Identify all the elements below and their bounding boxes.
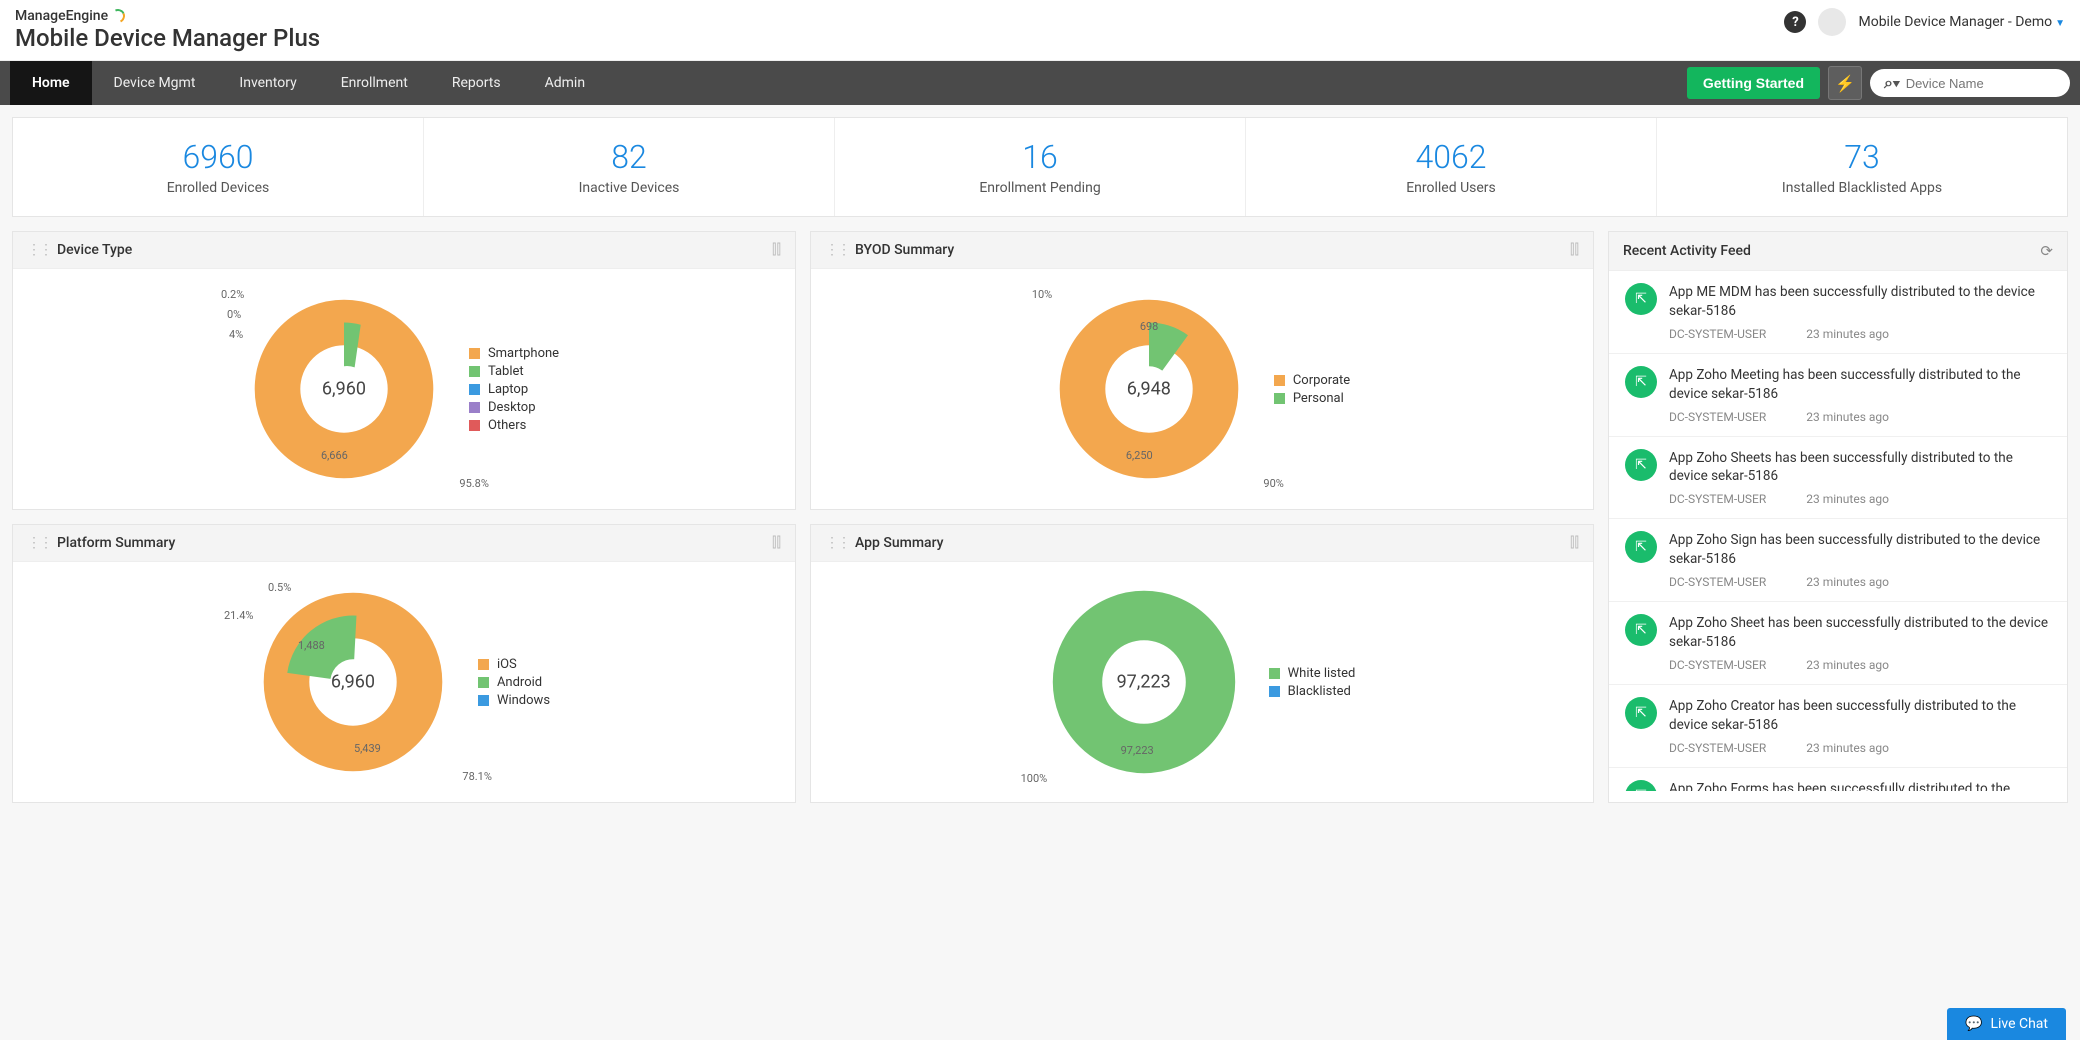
card-title: Platform Summary [57,535,175,551]
chart-center-label: 97,223 [1117,672,1171,693]
stat-blacklisted-apps[interactable]: 73Installed Blacklisted Apps [1657,118,2067,216]
feed-item[interactable]: ⇱App ME MDM has been successfully distri… [1609,271,2067,354]
getting-started-button[interactable]: Getting Started [1687,67,1820,99]
card-activity-feed: Recent Activity Feed ⟳ ⇱App ME MDM has be… [1608,231,2068,803]
card-app-summary: ⋮⋮ App Summary ⫿⫿ 97,223 97,223 100% White… [810,524,1594,803]
feed-item[interactable]: ⇱App Zoho Sign has been successfully dis… [1609,519,2067,602]
live-chat-button[interactable]: 💬Live Chat [1947,1008,2066,1040]
app-chart[interactable]: 97,223 97,223 100% [1049,587,1239,777]
app-header: ManageEngine Mobile Device Manager Plus … [0,0,2080,61]
nav-device-mgmt[interactable]: Device Mgmt [92,61,218,105]
search-box[interactable]: ⌕▾ [1870,69,2070,97]
card-title: Device Type [57,242,132,258]
app-distribute-icon: ⇱ [1625,449,1657,481]
product-title: Mobile Device Manager Plus [15,24,320,52]
chart-options-icon[interactable]: ⫿⫿ [772,535,781,551]
app-legend: White listed Blacklisted [1269,663,1356,702]
chevron-down-icon: ▼ [2055,18,2065,29]
platform-legend: iOS Android Windows [478,654,550,711]
nav-inventory[interactable]: Inventory [217,61,318,105]
card-title: Recent Activity Feed [1623,243,1751,259]
nav-enrollment[interactable]: Enrollment [319,61,430,105]
refresh-icon[interactable]: ⟳ [2040,242,2053,260]
feed-item[interactable]: ⇱App Zoho Forms has been successfully di… [1609,768,2067,791]
nav-home[interactable]: Home [10,61,92,105]
stat-enrolled-devices[interactable]: 6960Enrolled Devices [13,118,424,216]
chart-options-icon[interactable]: ⫿⫿ [772,242,781,258]
chart-options-icon[interactable]: ⫿⫿ [1570,242,1579,258]
card-device-type: ⋮⋮ Device Type ⫿⫿ 6,960 0.2% 0% 4% 6,666 9… [12,231,796,510]
card-byod-summary: ⋮⋮ BYOD Summary ⫿⫿ 6,948 10% 698 6,250 90%… [810,231,1594,510]
stat-enrollment-pending[interactable]: 16Enrollment Pending [835,118,1246,216]
feed-list: ⇱App ME MDM has been successfully distri… [1609,271,2067,791]
chart-options-icon[interactable]: ⫿⫿ [1570,535,1579,551]
logo-area: ManageEngine Mobile Device Manager Plus [15,8,320,52]
help-icon[interactable]: ? [1784,11,1806,33]
drag-handle-icon[interactable]: ⋮⋮ [825,535,849,551]
app-distribute-icon: ⇱ [1625,531,1657,563]
feed-item[interactable]: ⇱App Zoho Sheets has been successfully d… [1609,437,2067,520]
device-type-chart[interactable]: 6,960 0.2% 0% 4% 6,666 95.8% [249,294,439,484]
device-type-legend: Smartphone Tablet Laptop Desktop Others [469,343,559,436]
feed-item[interactable]: ⇱App Zoho Meeting has been successfully … [1609,354,2067,437]
stat-inactive-devices[interactable]: 82Inactive Devices [424,118,835,216]
drag-handle-icon[interactable]: ⋮⋮ [825,242,849,258]
feed-item[interactable]: ⇱App Zoho Creator has been successfully … [1609,685,2067,768]
nav-admin[interactable]: Admin [523,61,607,105]
app-distribute-icon: ⇱ [1625,614,1657,646]
main-nav: Home Device Mgmt Inventory Enrollment Re… [0,61,2080,105]
byod-chart[interactable]: 6,948 10% 698 6,250 90% [1054,294,1244,484]
card-title: BYOD Summary [855,242,954,258]
avatar[interactable] [1818,8,1846,36]
chart-center-label: 6,960 [331,672,375,693]
quick-action-icon[interactable]: ⚡ [1828,66,1862,100]
user-menu[interactable]: Mobile Device Manager - Demo▼ [1858,14,2065,30]
stats-bar: 6960Enrolled Devices 82Inactive Devices … [12,117,2068,217]
nav-reports[interactable]: Reports [430,61,523,105]
platform-chart[interactable]: 6,960 0.5% 21.4% 1,488 5,439 78.1% [258,587,448,777]
chat-icon: 💬 [1965,1016,1982,1032]
header-right: ? Mobile Device Manager - Demo▼ [1784,8,2065,36]
chart-center-label: 6,960 [322,379,366,400]
app-distribute-icon: ⇱ [1625,780,1657,791]
app-distribute-icon: ⇱ [1625,697,1657,729]
brand-label: ManageEngine [15,8,320,24]
drag-handle-icon[interactable]: ⋮⋮ [27,535,51,551]
chart-center-label: 6,948 [1127,379,1171,400]
brand-swoosh-icon [109,7,127,25]
card-title: App Summary [855,535,944,551]
search-icon: ⌕▾ [1884,73,1900,93]
byod-legend: Corporate Personal [1274,370,1350,409]
drag-handle-icon[interactable]: ⋮⋮ [27,242,51,258]
app-distribute-icon: ⇱ [1625,283,1657,315]
stat-enrolled-users[interactable]: 4062Enrolled Users [1246,118,1657,216]
card-platform-summary: ⋮⋮ Platform Summary ⫿⫿ 6,960 0.5% 21.4% 1,… [12,524,796,803]
search-input[interactable] [1906,76,2080,91]
feed-item[interactable]: ⇱App Zoho Sheet has been successfully di… [1609,602,2067,685]
app-distribute-icon: ⇱ [1625,366,1657,398]
